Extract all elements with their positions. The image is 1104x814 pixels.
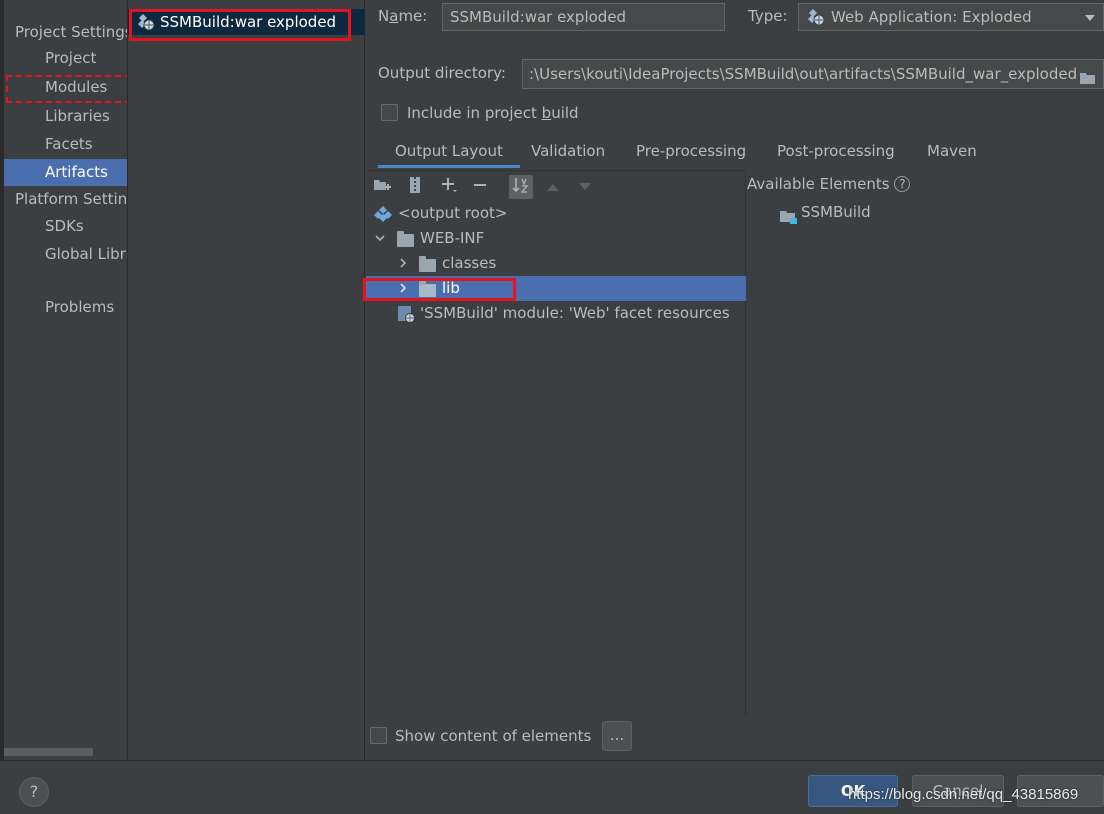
arrow-up-icon xyxy=(546,178,560,196)
folder-icon xyxy=(419,281,436,297)
tree-row-label: 'SSMBuild' module: 'Web' facet resources xyxy=(420,304,730,322)
arrow-down-icon xyxy=(578,178,592,196)
module-folder-icon xyxy=(779,207,797,232)
output-layout-tree: <output root> WEB-INF classes lib 'SSMBu… xyxy=(366,170,746,716)
sort-button[interactable] xyxy=(509,175,533,199)
nav-scrollbar[interactable] xyxy=(4,748,93,756)
move-up-button[interactable] xyxy=(541,175,565,199)
new-folder-icon xyxy=(373,177,391,197)
nav-item-label: SDKs xyxy=(45,217,84,235)
tree-row-label: SSMBuild xyxy=(801,203,871,221)
folder-browse-icon[interactable] xyxy=(1079,66,1097,84)
tree-row-label: lib xyxy=(442,279,460,297)
artifact-item[interactable]: SSMBuild:war exploded xyxy=(128,9,365,35)
artifacts-list: SSMBuild:war exploded xyxy=(127,0,365,760)
nav-item-global-libraries[interactable]: Global Libraries xyxy=(4,241,127,268)
type-label: Type: xyxy=(748,7,788,25)
tab-maven[interactable]: Maven xyxy=(927,138,977,168)
help-icon[interactable]: ? xyxy=(894,176,911,192)
nav-item-label: Facets xyxy=(45,135,93,153)
web-facet-icon xyxy=(397,305,415,331)
add-button[interactable] xyxy=(437,175,461,199)
nav-item-label: Problems xyxy=(45,298,115,316)
minus-icon xyxy=(472,177,488,197)
nav-item-label: Artifacts xyxy=(45,163,108,181)
watermark: https://blog.csdn.net/qq_43815869 xyxy=(848,786,1079,803)
tree-row-label: <output root> xyxy=(398,204,508,222)
nav-item-modules[interactable]: Modules xyxy=(4,74,127,101)
folder-icon xyxy=(397,231,414,247)
type-select-value: Web Application: Exploded xyxy=(831,8,1032,26)
nav-item-sdks[interactable]: SDKs xyxy=(4,213,127,240)
output-dir-label: Output directory: xyxy=(378,64,506,82)
show-content-label: Show content of elements xyxy=(395,727,592,745)
output-dir-value: :\Users\kouti\IdeaProjects\SSMBuild\out\… xyxy=(529,65,1078,83)
show-content-options-button[interactable]: ... xyxy=(602,721,632,751)
nav-item-artifacts[interactable]: Artifacts xyxy=(4,159,127,186)
available-elements-panel: Available Elements ? SSMBuild xyxy=(747,170,1104,716)
nav-item-libraries[interactable]: Libraries xyxy=(4,103,127,130)
nav-item-label: Project xyxy=(45,49,97,67)
nav-item-project[interactable]: Project xyxy=(4,45,127,72)
nav-item-label: Global Libraries xyxy=(45,245,127,263)
move-down-button[interactable] xyxy=(573,175,597,199)
nav-item-label: Libraries xyxy=(45,107,110,125)
name-input[interactable]: SSMBuild:war exploded xyxy=(442,3,725,31)
nav-item-label: Modules xyxy=(45,78,108,96)
remove-button[interactable] xyxy=(468,175,492,199)
web-artifact-icon xyxy=(807,8,825,34)
archive-icon xyxy=(408,176,422,198)
tree-row-label: WEB-INF xyxy=(420,229,485,247)
tab-post-processing[interactable]: Post-processing xyxy=(777,138,895,168)
nav-item-facets[interactable]: Facets xyxy=(4,131,127,158)
sort-alpha-icon xyxy=(512,176,530,198)
project-settings-header: Project Settings xyxy=(15,23,127,41)
tab-validation[interactable]: Validation xyxy=(531,138,605,168)
settings-nav: Project Settings Project Modules Librari… xyxy=(4,0,127,760)
tree-row-web-inf[interactable]: WEB-INF xyxy=(366,226,746,251)
available-module-item[interactable]: SSMBuild xyxy=(777,200,1077,225)
include-in-build-label: Include in project build xyxy=(407,104,579,122)
plus-icon xyxy=(440,176,458,198)
available-elements-title: Available Elements ? xyxy=(747,175,911,193)
tree-row-classes[interactable]: classes xyxy=(366,251,746,276)
include-in-build-checkbox[interactable] xyxy=(381,104,398,121)
tree-row-lib[interactable]: lib xyxy=(366,276,746,301)
tree-row-output-root[interactable]: <output root> xyxy=(366,201,746,226)
type-select[interactable]: Web Application: Exploded xyxy=(798,3,1104,31)
web-artifact-icon xyxy=(137,13,155,39)
artifact-config-panel: Name: SSMBuild:war exploded Type: Web Ap… xyxy=(363,0,1104,760)
dialog-footer: ? OK Cancel https://blog.csdn.net/qq_438… xyxy=(0,760,1104,814)
tab-pre-processing[interactable]: Pre-processing xyxy=(636,138,746,168)
output-dir-input[interactable]: :\Users\kouti\IdeaProjects\SSMBuild\out\… xyxy=(522,59,1104,89)
tree-row-web-facet-resources[interactable]: 'SSMBuild' module: 'Web' facet resources xyxy=(366,301,746,326)
chevron-down-icon xyxy=(1085,15,1095,21)
folder-icon xyxy=(419,256,436,272)
show-content-checkbox[interactable] xyxy=(370,727,387,744)
artifact-label: SSMBuild:war exploded xyxy=(160,13,337,31)
help-button[interactable]: ? xyxy=(19,777,49,807)
nav-item-problems[interactable]: Problems xyxy=(4,294,127,321)
tab-output-layout[interactable]: Output Layout xyxy=(378,138,520,168)
create-archive-button[interactable] xyxy=(403,175,427,199)
new-directory-button[interactable] xyxy=(370,175,394,199)
name-label: Name: xyxy=(378,7,428,25)
platform-settings-header: Platform Settings xyxy=(15,190,127,208)
tree-row-label: classes xyxy=(442,254,497,272)
